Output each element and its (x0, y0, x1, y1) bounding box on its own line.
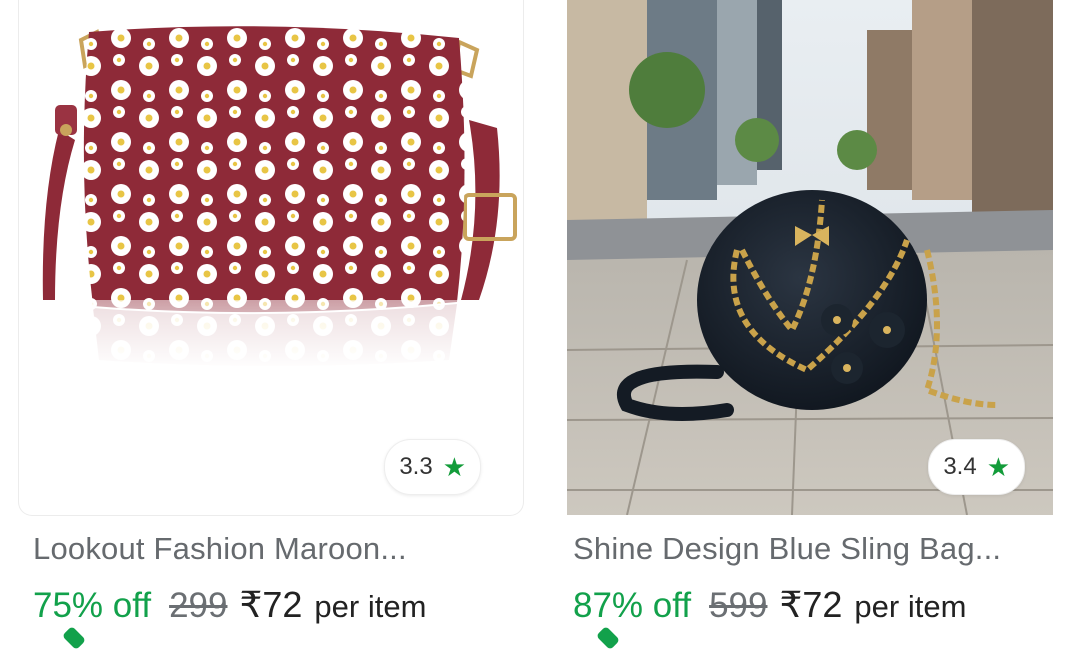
star-icon: ★ (986, 452, 1010, 482)
discount-label: 87% off (573, 586, 692, 625)
discount-label: 75% off (33, 586, 152, 625)
price-unit: per item (314, 589, 427, 624)
maroon-bag-image (42, 26, 517, 370)
sale-price: ₹72 (239, 584, 303, 625)
product-image-1[interactable]: 3.3 ★ (18, 0, 524, 516)
product-card-2[interactable]: 3.4 ★ Shine Design Blue Sling Bag... 87%… (558, 0, 1062, 650)
price-row: 87% off 599 ₹72 per item (573, 584, 966, 626)
original-price: 599 (709, 586, 768, 625)
sale-price: ₹72 (779, 584, 843, 625)
product-title[interactable]: Lookout Fashion Maroon... (33, 531, 407, 567)
product-image-2[interactable]: 3.4 ★ (567, 0, 1053, 515)
product-card-1[interactable]: 3.3 ★ Lookout Fashion Maroon... 75% off … (18, 0, 524, 650)
star-icon: ★ (442, 452, 466, 482)
price-row: 75% off 299 ₹72 per item (33, 584, 426, 626)
black-bag-image (567, 0, 1053, 515)
rating-badge: 3.3 ★ (384, 439, 481, 495)
product-title[interactable]: Shine Design Blue Sling Bag... (573, 531, 1001, 567)
original-price: 299 (169, 586, 228, 625)
rating-value: 3.4 (943, 453, 977, 480)
rating-value: 3.3 (399, 453, 433, 480)
rating-badge: 3.4 ★ (928, 439, 1025, 495)
price-unit: per item (854, 589, 967, 624)
